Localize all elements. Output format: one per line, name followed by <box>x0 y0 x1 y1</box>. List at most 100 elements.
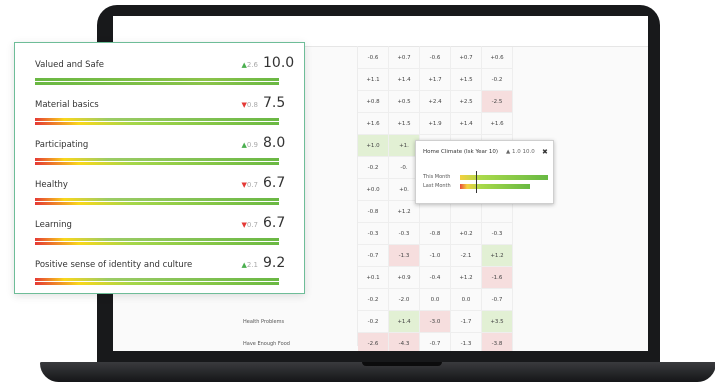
table-cell: -0.3 <box>358 223 389 245</box>
metric-bar-this-month <box>35 278 279 281</box>
metric-label: Positive sense of identity and culture <box>35 260 193 270</box>
table-cell: -1.3 <box>451 333 482 351</box>
table-cell: +1.7 <box>420 69 451 91</box>
metric-value: 7.5 <box>263 95 286 111</box>
metric-delta: ▼0.8 <box>228 101 258 109</box>
metric-bar-this-month <box>35 118 279 121</box>
metric-bar-last-month <box>35 282 279 285</box>
metric-bar-this-month <box>35 238 279 241</box>
table-cell: 0.0 <box>420 289 451 311</box>
table-cell: -0.8 <box>358 201 389 223</box>
metric-delta: ▼0.7 <box>228 221 258 229</box>
table-cell: -0.7 <box>420 333 451 351</box>
table-cell: -1.3 <box>389 245 420 267</box>
table-cell: +1.2 <box>482 245 513 267</box>
metric-row[interactable]: Healthy ▼0.7 6.7 <box>15 167 304 207</box>
metric-bar-last-month <box>35 82 279 85</box>
metric-value: 6.7 <box>263 215 286 231</box>
metric-delta-value: 0.7 <box>246 221 258 229</box>
table-cell: +1.4 <box>389 311 420 333</box>
close-icon[interactable]: ✖ <box>542 148 548 156</box>
table-cell: -4.3 <box>389 333 420 351</box>
table-cell: +2.4 <box>420 91 451 113</box>
table-cell: +1.5 <box>389 113 420 135</box>
metric-bar-this-month <box>35 158 279 161</box>
table-cell: +0.5 <box>389 91 420 113</box>
metric-delta: ▲2.1 <box>228 261 258 269</box>
comparison-tooltip: Home Climate (Isk Year 10) ▲ 1.0 10.0 ✖ … <box>415 140 554 204</box>
table-cell: +1.1 <box>358 69 389 91</box>
wellbeing-panel: Valued and Safe ▲2.6 10.0 Material basics ▼0… <box>14 42 305 294</box>
metric-label: Material basics <box>35 100 99 110</box>
metric-row[interactable]: Valued and Safe ▲2.6 10.0 <box>15 47 304 87</box>
laptop-base <box>40 362 715 382</box>
table-cell: +1.9 <box>420 113 451 135</box>
metric-delta-value: 0.7 <box>246 181 258 189</box>
table-cell: -3.0 <box>420 311 451 333</box>
last-month-bar <box>460 184 530 189</box>
metric-delta: ▲0.9 <box>228 141 258 149</box>
tooltip-title: Home Climate (Isk Year 10) <box>423 149 499 155</box>
table-cell: -1.0 <box>420 245 451 267</box>
table-cell: -0.3 <box>482 223 513 245</box>
table-cell: +0.1 <box>358 267 389 289</box>
metric-bar-last-month <box>35 122 279 125</box>
metric-delta-value: 0.8 <box>246 101 258 109</box>
table-row-label: Health Problems <box>243 319 285 325</box>
table-cell: -0.8 <box>420 223 451 245</box>
table-cell: +0.8 <box>358 91 389 113</box>
table-cell: +3.5 <box>482 311 513 333</box>
laptop-notch <box>362 362 442 366</box>
table-cell: -0.3 <box>389 223 420 245</box>
metric-delta: ▼0.7 <box>228 181 258 189</box>
metric-label: Valued and Safe <box>35 60 104 70</box>
table-cell: +0.7 <box>389 47 420 69</box>
metric-row[interactable]: Positive sense of identity and culture ▲2… <box>15 247 304 287</box>
metric-bar-last-month <box>35 162 279 165</box>
metric-delta-value: 0.9 <box>246 141 258 149</box>
metric-delta: ▲2.6 <box>228 61 258 69</box>
metric-delta-value: 2.6 <box>246 61 258 69</box>
table-cell: -0.2 <box>482 69 513 91</box>
table-cell: -0.2 <box>358 157 389 179</box>
table-cell: -2.5 <box>482 91 513 113</box>
metric-row[interactable]: Material basics ▼0.8 7.5 <box>15 87 304 127</box>
table-cell: +1.4 <box>389 69 420 91</box>
table-cell: -2.6 <box>358 333 389 351</box>
table-cell: -2.1 <box>451 245 482 267</box>
metric-row[interactable]: Learning ▼0.7 6.7 <box>15 207 304 247</box>
table-cell: +1.6 <box>358 113 389 135</box>
metric-bar-this-month <box>35 198 279 201</box>
metric-value: 10.0 <box>263 55 295 71</box>
table-cell: -0.4 <box>420 267 451 289</box>
table-row-label: Have Enough Food <box>243 341 290 347</box>
table-cell: -1.7 <box>451 311 482 333</box>
metric-value: 9.2 <box>263 255 286 271</box>
metric-bar-last-month <box>35 202 279 205</box>
metric-bar-last-month <box>35 242 279 245</box>
metric-value: 6.7 <box>263 175 286 191</box>
table-cell <box>420 201 451 223</box>
table-cell <box>451 201 482 223</box>
table-cell: -0.6 <box>420 47 451 69</box>
table-cell: -0.7 <box>358 245 389 267</box>
metric-row[interactable]: Participating ▲0.9 8.0 <box>15 127 304 167</box>
metric-label: Learning <box>35 220 72 230</box>
table-cell: -2.0 <box>389 289 420 311</box>
metric-label: Healthy <box>35 180 68 190</box>
metric-value: 8.0 <box>263 135 286 151</box>
table-cell: -0.2 <box>358 289 389 311</box>
table-cell: +1.0 <box>358 135 389 157</box>
tooltip-stat: ▲ 1.0 10.0 <box>506 149 535 155</box>
table-cell: -0.2 <box>358 311 389 333</box>
table-cell: +0.2 <box>451 223 482 245</box>
table-cell: +1.5 <box>451 69 482 91</box>
table-cell: -3.8 <box>482 333 513 351</box>
table-cell: +1.2 <box>389 201 420 223</box>
table-cell: -0.6 <box>358 47 389 69</box>
tooltip-last-month-label: Last Month <box>423 183 451 189</box>
table-cell: 0.0 <box>451 289 482 311</box>
table-cell: +1.6 <box>482 113 513 135</box>
comparison-marker <box>476 171 477 193</box>
table-cell: +0.9 <box>389 267 420 289</box>
